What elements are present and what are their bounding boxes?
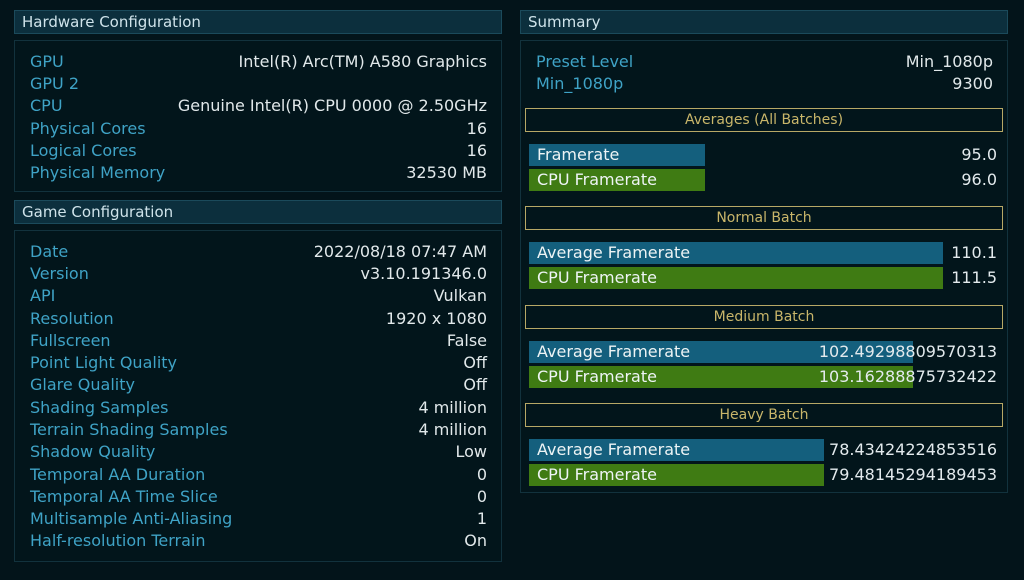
game-value: 2022/08/18 07:47 AM [313, 242, 487, 261]
game-key: Date [30, 242, 69, 261]
normal-batch-title: Normal Batch [525, 206, 1003, 230]
bar-value: 79.48145294189453 [829, 465, 997, 484]
game-key: Half-resolution Terrain [30, 531, 206, 550]
summary-row-preset-level: Preset Level Min_1080p [536, 51, 993, 73]
game-value: 4 million [418, 420, 487, 439]
summary-row-score: Min_1080p 9300 [536, 73, 993, 95]
game-row: Point Light Quality Off [30, 352, 487, 374]
bar-value: 96.0 [961, 170, 997, 189]
bar-label: CPU Framerate [537, 367, 657, 386]
hw-row-gpu2: GPU 2 [30, 73, 487, 95]
bar-row: Framerate 95.0 [529, 144, 997, 166]
bar-value: 95.0 [961, 145, 997, 164]
game-row: API Vulkan [30, 285, 487, 307]
game-key: Multisample Anti-Aliasing [30, 509, 233, 528]
game-value: v3.10.191346.0 [360, 264, 487, 283]
hw-row-physical-memory: Physical Memory 32530 MB [30, 162, 487, 184]
game-key: Shading Samples [30, 398, 169, 417]
bar-value: 103.16288875732422 [818, 367, 997, 386]
game-key: Temporal AA Duration [30, 465, 206, 484]
bar-label: Average Framerate [537, 243, 691, 262]
bar-row: CPU Framerate 79.48145294189453 [529, 464, 997, 486]
bar-value: 110.1 [951, 243, 997, 262]
game-value: Low [455, 442, 487, 461]
bar-label: Average Framerate [537, 342, 691, 361]
summary-panel: Preset Level Min_1080p Min_1080p 9300 Av… [520, 40, 1008, 493]
hw-value: Intel(R) Arc(TM) A580 Graphics [238, 52, 487, 71]
hardware-config-panel: GPU Intel(R) Arc(TM) A580 Graphics GPU 2… [14, 40, 502, 192]
bar-value: 78.43424224853516 [829, 440, 997, 459]
summary-key: Min_1080p [536, 74, 624, 93]
summary-header: Summary [520, 10, 1008, 34]
bar-row: Average Framerate 78.43424224853516 [529, 439, 997, 461]
game-value: Vulkan [433, 286, 487, 305]
medium-batch-title: Medium Batch [525, 305, 1003, 329]
hw-key: CPU [30, 96, 63, 115]
bar-row: CPU Framerate 103.16288875732422 [529, 366, 997, 388]
hw-key: GPU 2 [30, 74, 80, 93]
game-row: Temporal AA Duration 0 [30, 464, 487, 486]
game-key: API [30, 286, 56, 305]
game-value: False [446, 331, 487, 350]
game-value: 4 million [418, 398, 487, 417]
bar-row: Average Framerate 110.1 [529, 242, 997, 264]
game-key: Point Light Quality [30, 353, 177, 372]
bar-row: CPU Framerate 111.5 [529, 267, 997, 289]
game-value: 0 [476, 487, 487, 506]
summary-value: Min_1080p [905, 52, 993, 71]
game-value: Off [463, 353, 487, 372]
hw-value: 32530 MB [406, 163, 487, 182]
summary-value: 9300 [952, 74, 993, 93]
bar-label: CPU Framerate [537, 170, 657, 189]
game-key: Shadow Quality [30, 442, 156, 461]
hw-value: 16 [466, 141, 487, 160]
game-config-header: Game Configuration [14, 200, 502, 224]
game-row: Date 2022/08/18 07:47 AM [30, 241, 487, 263]
hw-key: Physical Cores [30, 119, 146, 138]
game-key: Fullscreen [30, 331, 111, 350]
hw-row-cpu: CPU Genuine Intel(R) CPU 0000 @ 2.50GHz [30, 95, 487, 117]
game-config-panel: Date 2022/08/18 07:47 AM Version v3.10.1… [14, 230, 502, 562]
game-key: Version [30, 264, 89, 283]
game-key: Resolution [30, 309, 114, 328]
bar-row: Average Framerate 102.49298809570313 [529, 341, 997, 363]
hw-row-logical-cores: Logical Cores 16 [30, 140, 487, 162]
game-row: Fullscreen False [30, 330, 487, 352]
game-row: Terrain Shading Samples 4 million [30, 419, 487, 441]
hw-row-physical-cores: Physical Cores 16 [30, 118, 487, 140]
game-value: 1920 x 1080 [385, 309, 487, 328]
hardware-config-header: Hardware Configuration [14, 10, 502, 34]
summary-key: Preset Level [536, 52, 634, 71]
game-row: Resolution 1920 x 1080 [30, 308, 487, 330]
hw-row-gpu: GPU Intel(R) Arc(TM) A580 Graphics [30, 51, 487, 73]
game-key: Terrain Shading Samples [30, 420, 228, 439]
hw-key: Physical Memory [30, 163, 166, 182]
game-row: Shadow Quality Low [30, 441, 487, 463]
hw-key: GPU [30, 52, 64, 71]
game-row: Half-resolution Terrain On [30, 530, 487, 552]
bar-label: CPU Framerate [537, 465, 657, 484]
game-row: Glare Quality Off [30, 374, 487, 396]
bar-label: CPU Framerate [537, 268, 657, 287]
bar-row: CPU Framerate 96.0 [529, 169, 997, 191]
game-key: Temporal AA Time Slice [30, 487, 218, 506]
bar-value: 102.49298809570313 [818, 342, 997, 361]
game-row: Multisample Anti-Aliasing 1 [30, 508, 487, 530]
game-row: Version v3.10.191346.0 [30, 263, 487, 285]
game-key: Glare Quality [30, 375, 135, 394]
game-value: On [464, 531, 487, 550]
game-value: 1 [476, 509, 487, 528]
bar-label: Average Framerate [537, 440, 691, 459]
hw-key: Logical Cores [30, 141, 137, 160]
game-value: 0 [476, 465, 487, 484]
hw-value: 16 [466, 119, 487, 138]
game-row: Temporal AA Time Slice 0 [30, 486, 487, 508]
game-value: Off [463, 375, 487, 394]
game-row: Shading Samples 4 million [30, 397, 487, 419]
heavy-batch-title: Heavy Batch [525, 403, 1003, 427]
hw-value: Genuine Intel(R) CPU 0000 @ 2.50GHz [177, 96, 487, 115]
bar-label: Framerate [537, 145, 620, 164]
averages-batch-title: Averages (All Batches) [525, 108, 1003, 132]
bar-value: 111.5 [951, 268, 997, 287]
